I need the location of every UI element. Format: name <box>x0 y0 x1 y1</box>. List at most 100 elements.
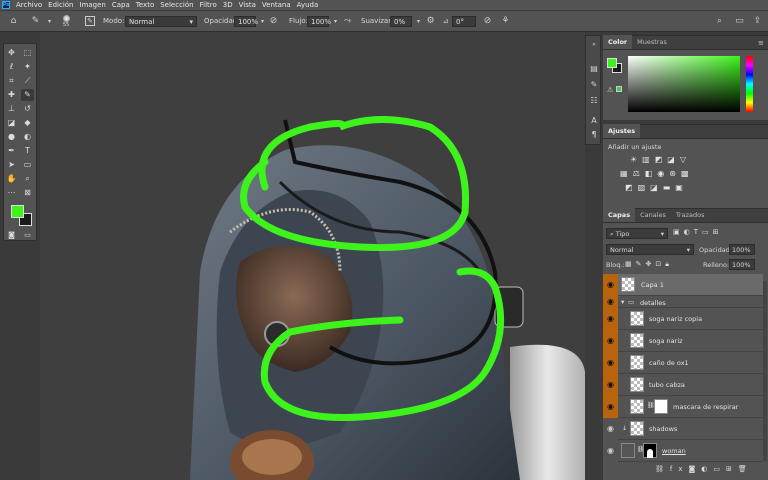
tab-swatches[interactable]: Muestras <box>632 35 672 49</box>
photo-filter-icon[interactable]: ◉ <box>657 169 669 178</box>
brush-preset-picker[interactable]: 55 <box>60 14 72 28</box>
paragraph-icon[interactable]: ¶ <box>588 130 600 140</box>
type-tool-icon[interactable]: T <box>21 145 34 157</box>
color-lookup-icon[interactable]: ▩ <box>681 169 694 178</box>
gear-icon[interactable]: ⚙ <box>425 16 436 27</box>
lock-position-icon[interactable]: ✥ <box>646 260 656 268</box>
quick-mask-icon[interactable]: ◙ <box>5 231 18 239</box>
layer-row[interactable]: ◉ caño de ox1 <box>603 352 763 374</box>
fill-field[interactable]: 100% <box>729 259 755 270</box>
menu-capa[interactable]: Capa <box>112 1 130 9</box>
brush-tool-icon[interactable]: ✎ <box>30 16 41 27</box>
menu-3d[interactable]: 3D <box>223 1 233 9</box>
brush-settings-icon[interactable]: ✎ <box>85 16 95 26</box>
selective-color-icon[interactable]: ▣ <box>675 183 688 192</box>
filter-pixel-icon[interactable]: ▣ <box>673 228 684 236</box>
link-layers-icon[interactable]: ⛓ <box>655 465 670 473</box>
color-field[interactable] <box>628 56 740 112</box>
invert-icon[interactable]: ◩ <box>625 183 638 192</box>
properties-icon[interactable]: ☷ <box>588 96 600 106</box>
document-canvas[interactable] <box>40 32 585 480</box>
flow-field[interactable]: 100% <box>307 16 331 27</box>
layers-scrollbar[interactable] <box>763 281 767 461</box>
filter-type-icon[interactable]: T <box>694 228 702 236</box>
layer-filter-select[interactable]: ⌕ Tipo ▾ <box>606 228 668 239</box>
rectangle-tool-icon[interactable]: ▭ <box>21 159 34 171</box>
paint-bucket-tool-icon[interactable]: ◆ <box>21 117 34 129</box>
chevron-down-icon[interactable]: ▾ <box>413 16 424 27</box>
tab-layers[interactable]: Capas <box>603 208 636 222</box>
history-brush-tool-icon[interactable]: ↺ <box>21 103 34 115</box>
foreground-color-swatch[interactable] <box>11 205 24 218</box>
layer-row[interactable]: ◉ Capa 1 <box>603 274 763 296</box>
brush-tool-icon[interactable]: ✎ <box>21 89 34 101</box>
layer-row[interactable]: ◉ ↓ shadows <box>603 418 763 440</box>
pressure-opacity-icon[interactable]: ⊘ <box>268 16 279 27</box>
dodge-tool-icon[interactable]: ◐ <box>21 131 34 143</box>
eraser-tool-icon[interactable]: ◪ <box>5 117 18 129</box>
zoom-tool-icon[interactable]: ⌕ <box>21 173 34 185</box>
smooth-field[interactable]: 0% <box>390 16 412 27</box>
layer-row[interactable]: ◉ ⛓ woman <box>603 440 763 462</box>
symmetry-icon[interactable]: ⚘ <box>500 16 511 27</box>
stamp-tool-icon[interactable]: ⊥ <box>5 103 18 115</box>
menu-imagen[interactable]: Imagen <box>80 1 106 9</box>
layer-group-row[interactable]: ◉ ▾ ▭ detalles <box>603 296 763 308</box>
levels-icon[interactable]: ▥ <box>642 155 655 164</box>
gradient-map-icon[interactable]: ▬ <box>663 183 676 192</box>
layer-row[interactable]: ◉ ⛓ mascara de respirar <box>603 396 763 418</box>
new-group-icon[interactable]: ▭ <box>713 465 726 473</box>
filter-adjustment-icon[interactable]: ◐ <box>684 228 694 236</box>
visibility-eye-icon[interactable]: ◉ <box>603 418 618 440</box>
visibility-eye-icon[interactable]: ◉ <box>603 330 618 352</box>
lock-transparency-icon[interactable]: ▦ <box>625 260 636 268</box>
share-icon[interactable]: ⇪ <box>752 16 763 27</box>
pen-tool-icon[interactable]: ✒ <box>5 145 18 157</box>
edit-toolbar-icon[interactable]: ⋯ <box>5 187 18 199</box>
angle-field[interactable]: 0° <box>452 16 476 27</box>
search-icon[interactable]: ⌕ <box>714 16 725 27</box>
menu-archivo[interactable]: Archivo <box>16 1 42 9</box>
hue-sat-icon[interactable]: ▦ <box>620 169 633 178</box>
chevron-down-icon[interactable]: ▾ <box>257 16 268 27</box>
marquee-tool-icon[interactable]: ⬚ <box>21 47 34 59</box>
mode-select[interactable]: Normal ▾ <box>125 16 197 27</box>
menu-vista[interactable]: Vista <box>239 1 256 9</box>
visibility-eye-icon[interactable]: ◉ <box>603 296 618 308</box>
warning-icon[interactable]: ⚠ <box>607 86 613 94</box>
screen-mode-icon[interactable]: ▭ <box>21 231 34 239</box>
curves-icon[interactable]: ◩ <box>655 155 668 164</box>
chevron-down-icon[interactable]: ▾ <box>44 16 55 27</box>
eyedropper-tool-icon[interactable]: ⟋ <box>21 75 34 87</box>
visibility-eye-icon[interactable]: ◉ <box>603 374 618 396</box>
menu-ventana[interactable]: Ventana <box>262 1 291 9</box>
home-icon[interactable]: ⌂ <box>8 16 19 27</box>
healing-tool-icon[interactable]: ✚ <box>5 89 18 101</box>
layer-mask-thumbnail[interactable] <box>643 443 657 458</box>
visibility-eye-icon[interactable]: ◉ <box>603 274 618 296</box>
exposure-icon[interactable]: ◪ <box>667 155 680 164</box>
blur-tool-icon[interactable]: ● <box>5 131 18 143</box>
threshold-icon[interactable]: ◪ <box>650 183 663 192</box>
bw-icon[interactable]: ◧ <box>645 169 658 178</box>
frame-tool-icon[interactable]: ⊠ <box>21 187 34 199</box>
filter-smart-icon[interactable]: ⊞ <box>713 228 723 236</box>
posterize-icon[interactable]: ▨ <box>638 183 651 192</box>
quick-select-tool-icon[interactable]: ✦ <box>21 61 34 73</box>
lock-all-icon[interactable]: 🔒︎ <box>665 260 673 268</box>
opacity-field[interactable]: 100% <box>234 16 258 27</box>
new-layer-icon[interactable]: ⊞ <box>726 465 738 473</box>
add-mask-icon[interactable]: ◙ <box>689 465 702 473</box>
tab-color[interactable]: Color <box>603 35 633 49</box>
photoshop-logo-icon[interactable]: Ps <box>2 1 10 9</box>
lasso-tool-icon[interactable]: ℓ <box>5 61 18 73</box>
hand-tool-icon[interactable]: ✋ <box>5 173 18 185</box>
lock-pixels-icon[interactable]: ✎ <box>636 260 646 268</box>
layer-mask-thumbnail[interactable] <box>654 399 668 414</box>
channel-mixer-icon[interactable]: ⊛ <box>669 169 681 178</box>
layer-opacity-field[interactable]: 100% <box>729 244 755 255</box>
visibility-eye-icon[interactable]: ◉ <box>603 308 618 330</box>
hue-slider[interactable] <box>746 56 753 112</box>
chevron-down-icon[interactable]: ▾ <box>621 298 624 306</box>
airbrush-icon[interactable]: ⤳ <box>342 16 353 27</box>
